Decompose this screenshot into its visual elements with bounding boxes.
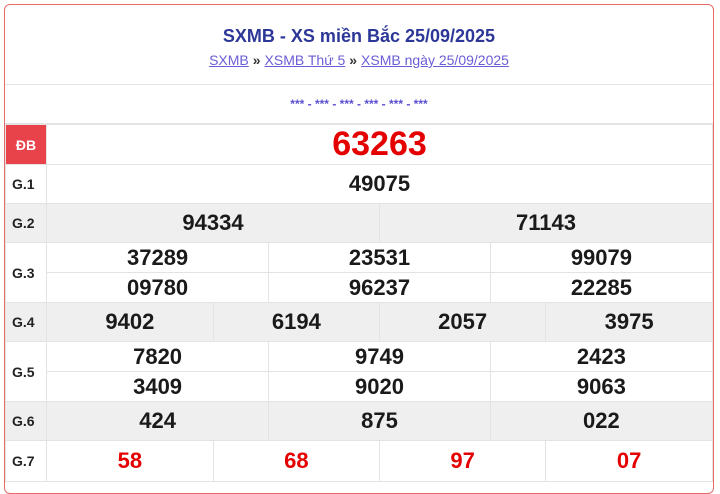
prize-number: 07 — [545, 441, 712, 481]
special-prize-number: 63263 — [46, 124, 713, 165]
results-header: SXMB - XS miền Bắc 25/09/2025 SXMB» XSMB … — [5, 5, 713, 85]
prize-number: 58 — [117, 448, 143, 473]
prize-number: 3409 — [47, 371, 269, 401]
prize-number: 71143 — [379, 204, 712, 242]
prize-row-g3: G.3 37289 23531 99079 09780 96237 22285 — [5, 242, 713, 303]
prize-row-g5: G.5 7820 9749 2423 3409 9020 9063 — [5, 341, 713, 402]
prize-number: 68 — [212, 441, 380, 481]
prize-number: 2423 — [489, 342, 712, 372]
prize-label-g7: G.7 — [5, 440, 47, 482]
prize-label-g6: G.6 — [5, 401, 47, 441]
prize-row-g7: G.7 58 68 97 07 — [5, 440, 713, 482]
prize-number: 97 — [378, 441, 546, 481]
code-stars: *** - *** - *** - *** - *** - *** — [5, 85, 713, 124]
prize-number: 875 — [268, 402, 491, 440]
prize-label-g4: G.4 — [5, 302, 47, 342]
prize-number: 9402 — [47, 303, 214, 341]
prize-number: 09780 — [47, 272, 269, 302]
prize-number: 9020 — [268, 371, 491, 401]
results-card: SXMB - XS miền Bắc 25/09/2025 SXMB» XSMB … — [4, 4, 714, 494]
prize-number: 37289 — [126, 244, 189, 270]
breadcrumb: SXMB» XSMB Thứ 5» XSMB ngày 25/09/2025 — [5, 52, 713, 68]
prize-number: 99079 — [489, 243, 712, 273]
prize-label-g5: G.5 — [5, 341, 47, 402]
prize-number: 96237 — [268, 272, 491, 302]
prize-label-g1: G.1 — [5, 164, 47, 204]
prize-number: 9749 — [268, 342, 491, 372]
breadcrumb-link-date[interactable]: XSMB ngày 25/09/2025 — [361, 52, 509, 68]
prize-number: 2057 — [378, 303, 546, 341]
breadcrumb-link-thu5[interactable]: XSMB Thứ 5 — [265, 52, 346, 68]
breadcrumb-separator: » — [252, 52, 261, 68]
prize-label-db: ĐB — [5, 124, 47, 165]
results-table: ĐB 63263 G.1 49075 G.2 94334 71143 G.3 3… — [5, 124, 713, 482]
prize-row-db: ĐB 63263 — [5, 124, 713, 165]
page-title: SXMB - XS miền Bắc 25/09/2025 — [222, 26, 496, 46]
prize-number: 424 — [47, 402, 269, 440]
prize-row-g1: G.1 49075 — [5, 164, 713, 204]
prize-number: 22285 — [489, 272, 712, 302]
prize-number: 6194 — [212, 303, 380, 341]
prize-number: 23531 — [268, 243, 491, 273]
prize-number: 022 — [489, 402, 712, 440]
prize-number: 49075 — [46, 164, 713, 204]
breadcrumb-link-sxmb[interactable]: SXMB — [209, 52, 249, 68]
prize-label-g3: G.3 — [5, 242, 47, 303]
prize-label-g2: G.2 — [5, 203, 47, 243]
prize-number: 9063 — [489, 371, 712, 401]
prize-row-g2: G.2 94334 71143 — [5, 203, 713, 243]
prize-number: 7820 — [133, 343, 183, 369]
prize-number: 94334 — [47, 204, 380, 242]
prize-row-g4: G.4 9402 6194 2057 3975 — [5, 302, 713, 342]
prize-number: 3975 — [545, 303, 712, 341]
prize-row-g6: G.6 424 875 022 — [5, 401, 713, 441]
breadcrumb-separator: » — [349, 52, 358, 68]
